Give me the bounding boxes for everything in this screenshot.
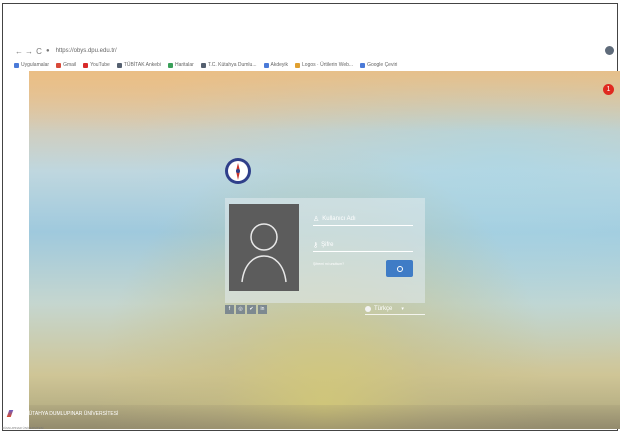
- notification-badge[interactable]: 1: [603, 84, 614, 95]
- globe-icon: [200, 62, 206, 68]
- bookmarks-bar: Uygulamalar Gmail YouTube TÜBİTAK Ankebi…: [14, 60, 574, 70]
- bookmark-item[interactable]: Haritalar: [167, 62, 194, 68]
- google-icon: [263, 62, 269, 68]
- bookmark-item[interactable]: Logos · Ürtilerin Web...: [295, 62, 353, 68]
- twitter-icon[interactable]: ✔: [247, 305, 256, 314]
- instagram-icon[interactable]: ◎: [236, 305, 245, 314]
- login-button[interactable]: [386, 260, 413, 277]
- key-icon: ⚷: [313, 241, 319, 249]
- forgot-password-link[interactable]: Şifremi mi unuttum?: [313, 262, 344, 266]
- user-silhouette-icon: [241, 223, 287, 283]
- bookmark-item[interactable]: Gmail: [56, 62, 76, 68]
- gmail-icon: [56, 62, 62, 68]
- secure-lock-icon: ●: [46, 48, 50, 54]
- bookmark-item[interactable]: YouTube: [83, 62, 110, 68]
- bookmark-item[interactable]: Uygulamalar: [14, 62, 49, 68]
- footer-university-name: T.C. KÜTAHYA DUMLUPINAR ÜNİVERSİTESİ: [6, 410, 118, 417]
- login-card: ♙ Kullanıcı Adı ⚷ Şifre Şifremi mi unutt…: [225, 198, 425, 303]
- user-icon: ♙: [313, 215, 320, 223]
- social-links: f ◎ ✔ in: [225, 305, 267, 314]
- back-icon[interactable]: ←: [14, 47, 24, 56]
- globe-icon: [116, 62, 122, 68]
- youtube-icon: [83, 62, 89, 68]
- username-field[interactable]: ♙ Kullanıcı Adı: [313, 212, 413, 226]
- user-avatar-placeholder: [229, 204, 299, 291]
- translate-icon: [360, 62, 366, 68]
- browser-toolbar: ← → C ● https://obys.dpu.edu.tr/: [14, 44, 614, 58]
- linkedin-icon[interactable]: in: [258, 305, 267, 314]
- page-footer: [29, 405, 620, 429]
- login-icon: [396, 265, 403, 272]
- language-select[interactable]: Türkçe ▾: [365, 303, 425, 315]
- address-bar[interactable]: https://obys.dpu.edu.tr/: [56, 48, 117, 54]
- password-field[interactable]: ⚷ Şifre: [313, 238, 413, 252]
- bookmark-item[interactable]: TÜBİTAK Ankebi: [116, 62, 161, 68]
- globe-icon: [365, 305, 371, 312]
- bookmark-item[interactable]: T.C. Kütahya Dumlu...: [200, 62, 257, 68]
- bookmark-item[interactable]: Google Çeviri: [360, 62, 397, 68]
- footer-logo-icon: [6, 410, 14, 417]
- reload-icon[interactable]: C: [34, 47, 44, 56]
- facebook-icon[interactable]: f: [225, 305, 234, 314]
- forward-icon[interactable]: →: [24, 47, 34, 56]
- page-viewport: 1 ♙ Kullanıcı Adı ⚷ Şifre Şifremi mi unu…: [29, 71, 620, 429]
- apps-icon: [14, 62, 19, 68]
- university-logo: [225, 158, 251, 184]
- chevron-down-icon: ▾: [401, 305, 404, 312]
- footer-caption: DÜMLUPINAR ÜNİVERSİTESİ: [2, 426, 44, 430]
- bookmark-item[interactable]: Akdeyik: [263, 62, 288, 68]
- logo-icon: [295, 62, 301, 68]
- maps-icon: [167, 62, 173, 68]
- profile-avatar[interactable]: [605, 46, 614, 55]
